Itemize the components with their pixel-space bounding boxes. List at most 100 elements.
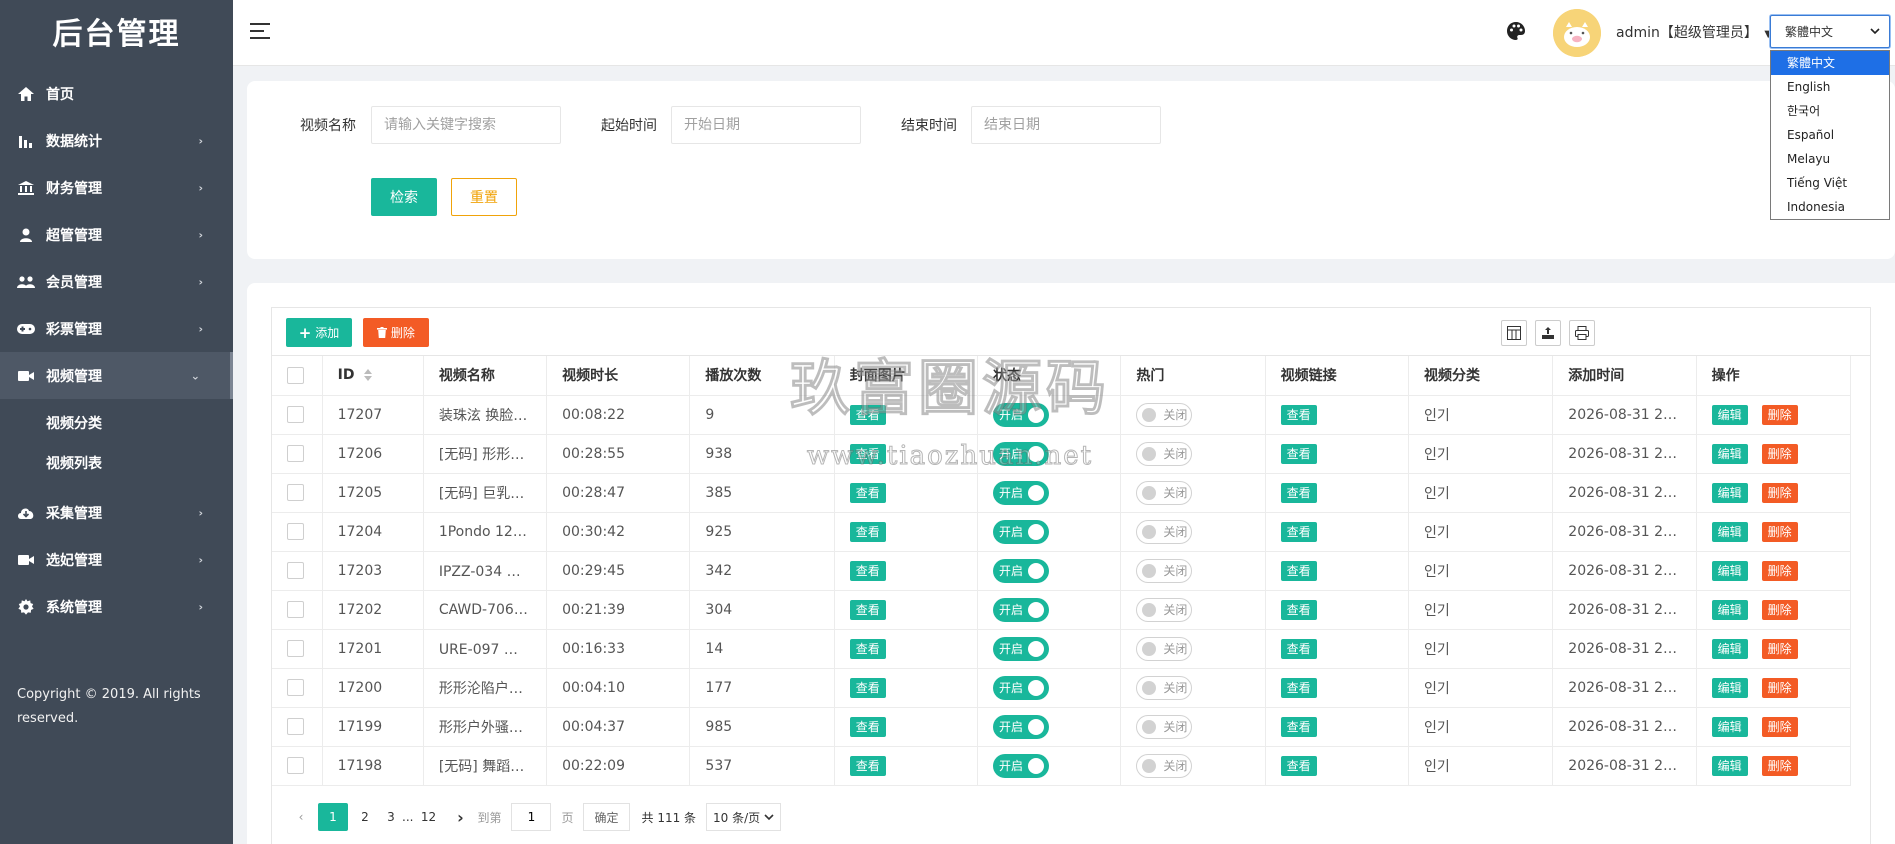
row-checkbox[interactable] [287, 523, 304, 540]
row-checkbox[interactable] [287, 718, 304, 735]
view-cover-button[interactable]: 查看 [849, 521, 886, 542]
row-checkbox[interactable] [287, 640, 304, 657]
sidebar-subitem-video-list[interactable]: 视频列表 [0, 443, 233, 483]
delete-button[interactable]: 删除 [1761, 521, 1798, 542]
start-date-input[interactable] [671, 106, 861, 144]
status-toggle[interactable]: 开启 [993, 636, 1050, 661]
page-size-select[interactable]: 10 条/页 [706, 803, 782, 831]
status-toggle[interactable]: 开启 [993, 714, 1050, 739]
language-select[interactable]: 繁體中文 [1770, 15, 1890, 48]
edit-button[interactable]: 编辑 [1711, 599, 1748, 620]
language-option[interactable]: Tiếng Việt [1771, 171, 1889, 195]
row-checkbox[interactable] [287, 679, 304, 696]
edit-button[interactable]: 编辑 [1711, 638, 1748, 659]
sidebar-subitem-video-category[interactable]: 视频分类 [0, 403, 233, 443]
sort-icon[interactable] [364, 369, 373, 382]
page-2[interactable]: 2 [350, 803, 380, 831]
end-date-input[interactable] [971, 106, 1161, 144]
add-button[interactable]: + 添加 [286, 318, 352, 347]
row-checkbox[interactable] [287, 445, 304, 462]
language-option[interactable]: Melayu [1771, 147, 1889, 171]
sidebar-item-system[interactable]: 系统管理 › [0, 583, 233, 630]
delete-button[interactable]: 删除 [1761, 443, 1798, 464]
view-link-button[interactable]: 查看 [1280, 677, 1317, 698]
goto-confirm-button[interactable]: 确定 [583, 803, 630, 831]
view-cover-button[interactable]: 查看 [849, 599, 886, 620]
delete-button[interactable]: 删除 [1761, 638, 1798, 659]
language-option[interactable]: 한국어 [1771, 99, 1889, 123]
delete-button[interactable]: 删除 [1761, 404, 1798, 425]
row-checkbox[interactable] [287, 406, 304, 423]
bulk-delete-button[interactable]: 删除 [363, 318, 429, 347]
sidebar-item-concubine[interactable]: 选妃管理 › [0, 536, 233, 583]
hot-toggle[interactable]: 关闭 [1136, 675, 1193, 700]
view-cover-button[interactable]: 查看 [849, 404, 886, 425]
view-link-button[interactable]: 查看 [1280, 482, 1317, 503]
language-option[interactable]: 繁體中文 [1771, 51, 1889, 75]
row-checkbox[interactable] [287, 601, 304, 618]
next-page-icon[interactable]: › [445, 803, 475, 831]
hot-toggle[interactable]: 关闭 [1136, 636, 1193, 661]
status-toggle[interactable]: 开启 [993, 597, 1050, 622]
sidebar-item-collect[interactable]: 采集管理 › [0, 489, 233, 536]
delete-button[interactable]: 删除 [1761, 677, 1798, 698]
hot-toggle[interactable]: 关闭 [1136, 519, 1193, 544]
sidebar-item-finance[interactable]: 财务管理 › [0, 164, 233, 211]
status-toggle[interactable]: 开启 [993, 675, 1050, 700]
view-link-button[interactable]: 查看 [1280, 560, 1317, 581]
view-cover-button[interactable]: 查看 [849, 560, 886, 581]
sidebar-item-video[interactable]: 视频管理 ⌄ [0, 352, 233, 399]
view-link-button[interactable]: 查看 [1280, 755, 1317, 776]
language-option[interactable]: English [1771, 75, 1889, 99]
menu-toggle-icon[interactable] [250, 22, 272, 40]
delete-button[interactable]: 删除 [1761, 560, 1798, 581]
sidebar-item-home[interactable]: 首页 [0, 70, 233, 117]
view-link-button[interactable]: 查看 [1280, 443, 1317, 464]
delete-button[interactable]: 删除 [1761, 716, 1798, 737]
hot-toggle[interactable]: 关闭 [1136, 597, 1193, 622]
edit-button[interactable]: 编辑 [1711, 677, 1748, 698]
video-name-input[interactable] [371, 106, 561, 144]
view-cover-button[interactable]: 查看 [849, 755, 886, 776]
language-option[interactable]: Español [1771, 123, 1889, 147]
edit-button[interactable]: 编辑 [1711, 404, 1748, 425]
status-toggle[interactable]: 开启 [993, 558, 1050, 583]
hot-toggle[interactable]: 关闭 [1136, 558, 1193, 583]
sidebar-item-lottery[interactable]: 彩票管理 › [0, 305, 233, 352]
view-link-button[interactable]: 查看 [1280, 599, 1317, 620]
row-checkbox[interactable] [287, 757, 304, 774]
page-1[interactable]: 1 [318, 803, 348, 831]
goto-page-input[interactable] [511, 803, 552, 831]
reset-button[interactable]: 重置 [451, 178, 517, 216]
row-checkbox[interactable] [287, 562, 304, 579]
column-header[interactable]: ID [322, 356, 424, 396]
row-checkbox[interactable] [287, 484, 304, 501]
edit-button[interactable]: 编辑 [1711, 755, 1748, 776]
delete-button[interactable]: 删除 [1761, 482, 1798, 503]
view-link-button[interactable]: 查看 [1280, 521, 1317, 542]
edit-button[interactable]: 编辑 [1711, 560, 1748, 581]
sidebar-item-members[interactable]: 会员管理 › [0, 258, 233, 305]
print-icon[interactable] [1569, 320, 1595, 346]
status-toggle[interactable]: 开启 [993, 480, 1050, 505]
status-toggle[interactable]: 开启 [993, 402, 1050, 427]
status-toggle[interactable]: 开启 [993, 519, 1050, 544]
prev-page-icon[interactable]: ‹ [286, 803, 316, 831]
view-link-button[interactable]: 查看 [1280, 404, 1317, 425]
search-button[interactable]: 检索 [371, 178, 437, 216]
sidebar-item-admins[interactable]: 超管管理 › [0, 211, 233, 258]
edit-button[interactable]: 编辑 [1711, 521, 1748, 542]
view-cover-button[interactable]: 查看 [849, 677, 886, 698]
user-menu[interactable]: admin【超级管理员】 ▼ [1616, 22, 1772, 42]
edit-button[interactable]: 编辑 [1711, 482, 1748, 503]
language-option[interactable]: Indonesia [1771, 195, 1889, 219]
select-all-checkbox[interactable] [287, 366, 304, 384]
status-toggle[interactable]: 开启 [993, 753, 1050, 778]
page-3[interactable]: 3 [382, 803, 400, 831]
view-link-button[interactable]: 查看 [1280, 716, 1317, 737]
export-icon[interactable] [1535, 320, 1561, 346]
columns-filter-icon[interactable] [1501, 320, 1527, 346]
edit-button[interactable]: 编辑 [1711, 716, 1748, 737]
delete-button[interactable]: 删除 [1761, 599, 1798, 620]
theme-palette-icon[interactable] [1506, 21, 1528, 43]
